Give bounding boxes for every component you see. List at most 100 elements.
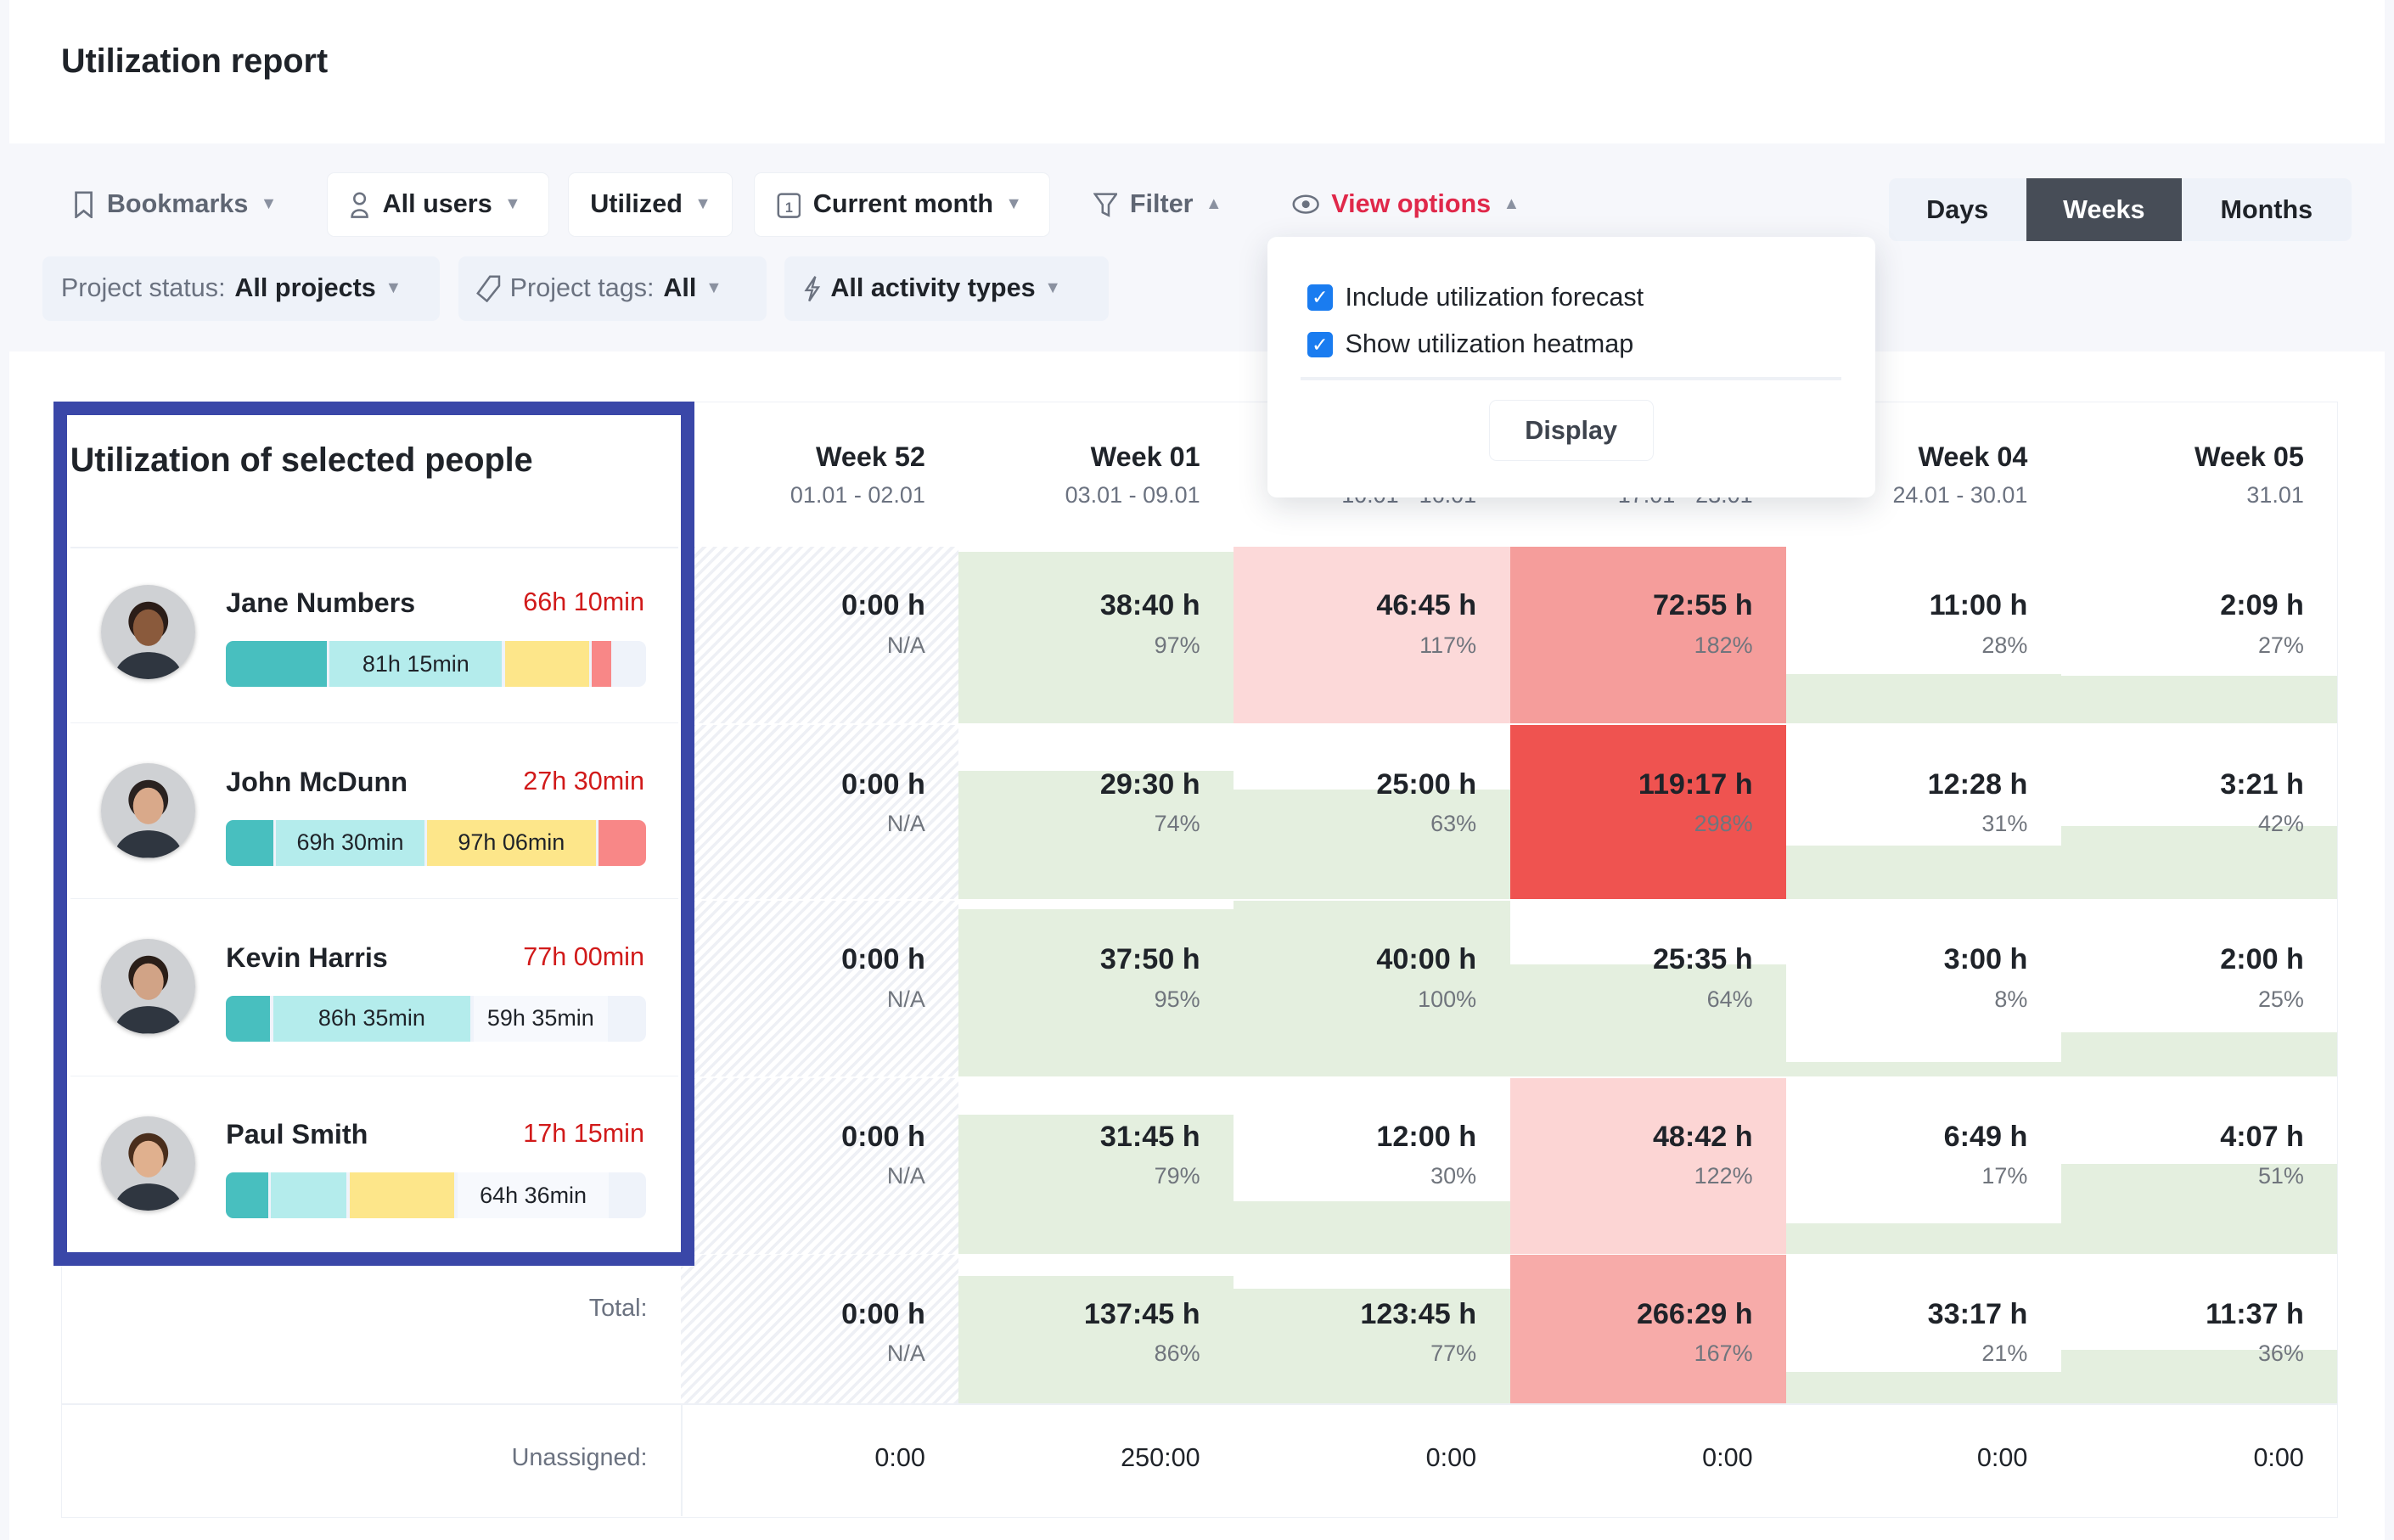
cell-hours: 0:00 h	[841, 1121, 925, 1154]
person-row[interactable]: Paul Smith 17h 15min 64h 36min	[70, 1078, 678, 1254]
cell-hours: 29:30 h	[1099, 767, 1200, 801]
cell-percent: N/A	[886, 1340, 925, 1367]
week-header-dates: 03.01 - 09.01	[1065, 482, 1200, 509]
activity-types-filter[interactable]: All activity types ▼	[784, 256, 1109, 321]
view-options-dropdown: ✓ Include utilization forecast ✓ Show util…	[1267, 236, 1875, 498]
cell-percent: 30%	[1430, 1163, 1477, 1189]
bookmarks-dropdown[interactable]: Bookmarks ▼	[52, 172, 298, 237]
heatmap-fill	[1509, 964, 1787, 1076]
show-heatmap-checkbox[interactable]: ✓ Show utilization heatmap	[1307, 329, 1633, 359]
week-header-label: Week 52	[815, 441, 925, 472]
filter-toggle[interactable]: Filter ▲	[1072, 172, 1244, 237]
users-dropdown[interactable]: All users ▼	[326, 172, 550, 237]
heatmap-cell[interactable]: 0:00 h N/A	[681, 1077, 959, 1254]
cell-percent: 42%	[2257, 810, 2304, 836]
heatmap-cell[interactable]: 2:09 h 27%	[2060, 546, 2338, 724]
heatmap-cell[interactable]: 11:00 h 28%	[1786, 546, 2061, 724]
heatmap-cell[interactable]: 12:00 h 30%	[1234, 1077, 1510, 1254]
months-button[interactable]: Months	[2182, 178, 2352, 241]
display-button[interactable]: Display	[1488, 400, 1654, 462]
filter-label: Filter	[1129, 189, 1194, 219]
heatmap-cell[interactable]: 3:21 h 42%	[2060, 725, 2338, 900]
heatmap-cell[interactable]: 48:42 h 122%	[1509, 1077, 1787, 1254]
heatmap-cell[interactable]: 3:00 h 8%	[1786, 901, 2061, 1076]
cell-hours: 31:45 h	[1099, 1121, 1200, 1154]
activity-types-value: All activity types	[830, 273, 1036, 303]
cell-hours: 48:42 h	[1652, 1121, 1753, 1154]
cell-hours: 37:50 h	[1099, 943, 1200, 976]
heatmap-cell[interactable]: 40:00 h 100%	[1234, 901, 1510, 1076]
cell-percent: 79%	[1154, 1163, 1200, 1189]
cell-hours: 11:37 h	[2206, 1297, 2304, 1330]
person-row[interactable]: Jane Numbers 66h 10min 81h 15min	[70, 547, 678, 724]
heatmap-cell[interactable]: 266:29 h 167%	[1509, 1255, 1787, 1403]
heatmap-fill	[2060, 1032, 2338, 1076]
person-row[interactable]: John McDunn 27h 30min 69h 30min 97h 06min	[70, 725, 678, 900]
cell-percent: 167%	[1694, 1340, 1753, 1367]
bar-segment: 59h 35min	[473, 995, 608, 1042]
bar-segment	[349, 1172, 455, 1219]
heatmap-cell[interactable]: 25:35 h 64%	[1509, 901, 1787, 1076]
mode-label: Utilized	[590, 189, 683, 219]
project-status-filter[interactable]: Project status: All projects ▼	[42, 256, 440, 321]
include-forecast-checkbox[interactable]: ✓ Include utilization forecast	[1307, 283, 1644, 312]
heatmap-cell[interactable]: 2:00 h 25%	[2060, 901, 2338, 1076]
unassigned-value: 0:00	[874, 1442, 925, 1472]
heatmap-cell[interactable]: 37:50 h 95%	[958, 901, 1234, 1076]
view-options-toggle[interactable]: View options ▲	[1270, 172, 1541, 237]
heatmap-cell[interactable]: 38:40 h 97%	[958, 546, 1234, 724]
user-icon	[351, 192, 368, 218]
bar-segment	[598, 819, 646, 866]
heatmap-cell[interactable]: 4:07 h 51%	[2060, 1077, 2338, 1254]
heatmap-cell[interactable]: 12:28 h 31%	[1786, 725, 2061, 900]
cell-hours: 25:35 h	[1652, 943, 1753, 976]
heatmap-cell[interactable]: 0:00 h N/A	[681, 546, 959, 724]
days-button[interactable]: Days	[1889, 178, 2026, 241]
heatmap-cell[interactable]: 11:37 h 36%	[2060, 1255, 2338, 1403]
bar-segment	[504, 641, 589, 688]
heatmap-cell[interactable]: 31:45 h 79%	[958, 1077, 1234, 1254]
heatmap-cell[interactable]: 119:17 h 298%	[1509, 725, 1787, 900]
cell-hours: 3:21 h	[2220, 767, 2304, 801]
heatmap-cell[interactable]: 33:17 h 21%	[1786, 1255, 2061, 1403]
project-tags-label: Project tags:	[509, 273, 655, 303]
view-options-label: View options	[1331, 189, 1492, 219]
cell-percent: 51%	[2257, 1163, 2304, 1189]
heatmap-fill	[1786, 1062, 2061, 1076]
cell-hours: 33:17 h	[1927, 1297, 2028, 1330]
project-tags-value: All	[663, 273, 697, 303]
tag-icon	[476, 275, 501, 303]
cell-percent: N/A	[886, 632, 925, 658]
cell-percent: 25%	[2257, 986, 2304, 1012]
project-tags-filter[interactable]: Project tags: All ▼	[458, 256, 767, 321]
heatmap-fill	[1786, 1223, 2061, 1254]
heatmap-cell[interactable]: 6:49 h 17%	[1786, 1077, 2061, 1254]
heatmap-cell[interactable]: 0:00 h N/A	[681, 725, 959, 900]
heatmap-cell[interactable]: 29:30 h 74%	[958, 725, 1234, 900]
bookmark-icon	[75, 191, 93, 219]
unassigned-value: 0:00	[1425, 1442, 1477, 1472]
cell-hours: 11:00 h	[1929, 589, 2028, 622]
heatmap-cell[interactable]: 0:00 h N/A	[681, 1255, 959, 1403]
cell-percent: 182%	[1694, 632, 1753, 658]
heatmap-cell[interactable]: 25:00 h 63%	[1234, 725, 1510, 900]
bookmarks-label: Bookmarks	[106, 189, 249, 219]
heatmap-cell[interactable]: 0:00 h N/A	[681, 901, 959, 1076]
period-dropdown[interactable]: 1 Current month ▼	[754, 172, 1051, 237]
heatmap-cell[interactable]: 46:45 h 117%	[1234, 546, 1510, 724]
heatmap-cell[interactable]: 123:45 h 77%	[1234, 1255, 1510, 1403]
project-status-value: All projects	[234, 273, 376, 303]
cell-hours: 137:45 h	[1083, 1297, 1200, 1330]
week-header-dates: 31.01	[2246, 482, 2304, 509]
person-row[interactable]: Kevin Harris 77h 00min 86h 35min 59h 35min	[70, 901, 678, 1076]
mode-dropdown[interactable]: Utilized ▼	[568, 172, 733, 237]
heatmap-cell[interactable]: 72:55 h 182%	[1509, 546, 1787, 724]
weeks-button[interactable]: Weeks	[2026, 178, 2183, 242]
cell-hours: 6:49 h	[1943, 1121, 2028, 1154]
heatmap-fill	[2060, 676, 2338, 724]
heatmap-cell[interactable]: 137:45 h 86%	[958, 1255, 1234, 1403]
people-panel-title: Utilization of selected people	[70, 441, 533, 479]
cell-hours: 3:00 h	[1943, 943, 2028, 976]
person-name: John McDunn	[226, 766, 408, 797]
project-status-label: Project status:	[60, 273, 226, 303]
